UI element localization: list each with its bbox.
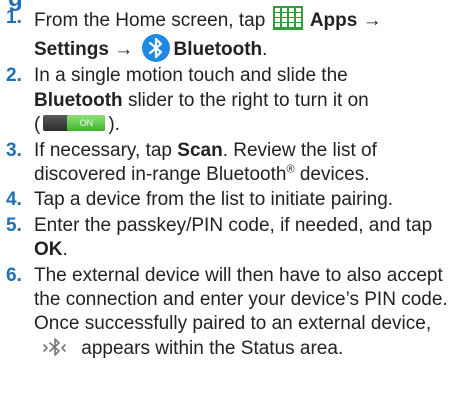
step-number: 2. (6, 65, 22, 87)
step-text: If necessary, tap (34, 139, 172, 161)
step-number: 3. (6, 139, 22, 161)
apps-grid-icon (272, 6, 303, 30)
step-number: 5. (6, 214, 22, 236)
paren-close: ). (108, 114, 120, 136)
steps-list: 1. From the Home screen, tap Apps → Sett… (6, 6, 454, 362)
period: . (262, 39, 268, 61)
apps-label: Apps (309, 10, 358, 31)
period: . (62, 239, 68, 261)
bluetooth-label: Bluetooth (173, 39, 263, 61)
step-1: 1. From the Home screen, tap Apps → Sett… (6, 6, 454, 63)
step-5: 5. Enter the passkey/PIN code, if needed… (6, 214, 454, 263)
toggle-switch-icon: ON (43, 115, 106, 132)
registered-mark: ® (286, 163, 295, 176)
step-number: 1. (6, 7, 22, 28)
step-text: Tap a device from the list to initiate p… (34, 189, 394, 211)
step-text: From the Home screen, tap (34, 10, 266, 31)
step-text: devices. (294, 164, 370, 186)
scan-label: Scan (177, 139, 223, 161)
arrow: → (114, 39, 134, 61)
step-text: slider to the right to turn it on (127, 89, 369, 111)
bluetooth-status-icon (43, 338, 66, 356)
toggle-on-label: ON (67, 115, 106, 132)
ok-label: OK (34, 239, 63, 261)
step-3: 3. If necessary, tap Scan. Review the li… (6, 139, 454, 188)
step-number: 4. (6, 189, 22, 211)
settings-label: Settings (34, 39, 109, 61)
step-4: 4. Tap a device from the list to initiat… (6, 188, 454, 212)
step-number: 6. (6, 264, 22, 286)
step-text: appears within the Status area. (81, 337, 344, 359)
step-text: In a single motion touch and slide the (34, 65, 348, 87)
step-2: 2. In a single motion touch and slide th… (6, 64, 454, 137)
bluetooth-label: Bluetooth (34, 89, 123, 111)
step-6: 6. The external device will then have to… (6, 264, 454, 362)
paren-open: ( (34, 114, 41, 136)
step-text: Enter the passkey/PIN code, if needed, a… (34, 214, 433, 236)
arrow: → (362, 10, 382, 31)
step-text: The external device will then have to al… (34, 264, 448, 335)
bluetooth-icon (141, 34, 170, 63)
